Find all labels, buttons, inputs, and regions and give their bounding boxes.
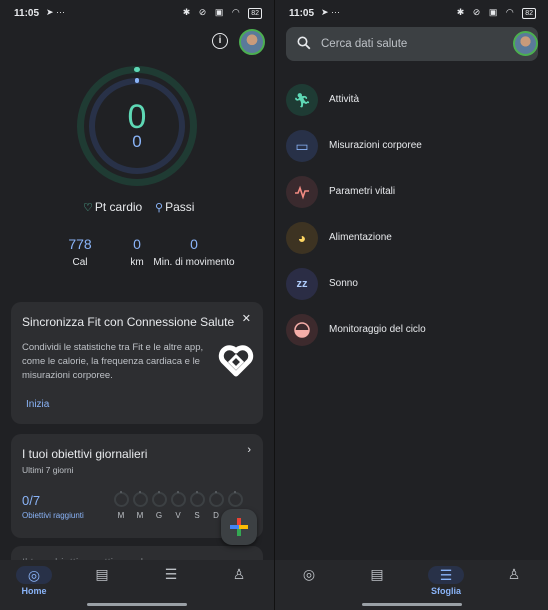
category-vitals[interactable]: Parametri vitali (286, 176, 536, 210)
info-icon[interactable]: i (212, 33, 228, 49)
nav-journal[interactable]: ▤ (352, 566, 402, 584)
category-nutrition[interactable]: ◕ Alimentazione (286, 222, 536, 256)
home-icon: ◎ (302, 566, 316, 582)
pulse-icon (286, 176, 318, 208)
battery-icon: 82 (522, 8, 536, 19)
health-connect-icon (218, 345, 254, 382)
category-cycle-tracking[interactable]: Monitoraggio del ciclo (286, 314, 536, 348)
search-icon (297, 36, 311, 55)
notification-icons: ➤ ··· (46, 7, 66, 17)
browse-screen: 11:05 ➤ ··· ✱ ⊘ ▣ ◠ 82 Cerca dati salute… (274, 0, 548, 610)
day-goal: S (189, 491, 205, 520)
nav-browse-label: Sfoglia (430, 586, 461, 596)
add-button[interactable] (221, 509, 257, 545)
stat-value: 0 (190, 236, 198, 252)
steps-value: 0 (132, 132, 142, 151)
avatar[interactable] (239, 29, 265, 55)
nav-home[interactable]: ◎ Home (9, 566, 59, 596)
stat-label: Min. di movimento (153, 257, 235, 268)
day-goal: M (132, 491, 148, 520)
list-icon: ☰ (164, 566, 178, 582)
legend-steps: ⚲ Passi (155, 200, 194, 214)
status-time: 11:05 (289, 8, 315, 19)
start-link[interactable]: Inizia (26, 399, 49, 410)
sync-health-connect-card[interactable]: Sincronizza Fit con Connessione Salute ✕… (11, 302, 263, 424)
sync-card-title: Sincronizza Fit con Connessione Salute (22, 315, 235, 329)
legend-heart-points: ♡ Pt cardio (83, 200, 142, 214)
nav-home[interactable]: ◎ (284, 566, 334, 584)
notification-icons: ➤ ··· (321, 7, 341, 17)
nav-browse[interactable]: ☰ Sfoglia (421, 566, 471, 596)
list-icon: ☰ (428, 566, 464, 584)
activity-ring[interactable]: 0 0 (77, 66, 197, 186)
legend-heart-label: Pt cardio (94, 200, 143, 214)
ruler-icon: ▭ (286, 130, 318, 162)
day-goal: M (113, 491, 129, 520)
journal-icon: ▤ (95, 566, 109, 582)
cycle-icon (286, 314, 318, 346)
nav-journal[interactable]: ▤ (77, 566, 127, 584)
home-screen: 11:05 ➤ ··· ✱ ⊘ ▣ ◠ 82 i 0 0 ♡ Pt cardio … (0, 0, 274, 610)
nav-profile[interactable]: ♙ (214, 566, 264, 584)
category-body-measurements[interactable]: ▭ Misurazioni corporee (286, 130, 536, 164)
person-icon: ♙ (232, 566, 246, 582)
gesture-bar (362, 603, 462, 606)
journal-icon: ▤ (370, 566, 384, 582)
status-icons: ✱ ⊘ ▣ ◠ 82 (457, 7, 536, 19)
chevron-right-icon[interactable]: › (247, 444, 251, 456)
steps-progress (135, 78, 139, 83)
status-bar: 11:05 ➤ ··· ✱ ⊘ ▣ ◠ 82 (275, 0, 548, 26)
status-time: 11:05 (14, 8, 40, 19)
nav-home-label: Home (21, 586, 47, 596)
sync-card-body: Condividi le statistiche tra Fit e le al… (22, 342, 204, 381)
person-icon: ♙ (507, 566, 521, 582)
legend-steps-label: Passi (165, 200, 195, 214)
day-goal: V (170, 491, 186, 520)
nav-profile[interactable]: ♙ (489, 566, 539, 584)
nav-browse[interactable]: ☰ (146, 566, 196, 584)
search-bar[interactable]: Cerca dati salute (286, 27, 538, 61)
heart-points-progress (134, 67, 140, 72)
goals-card-subtitle: Ultimi 7 giorni (22, 465, 74, 475)
home-icon: ◎ (16, 566, 52, 584)
category-label: Misurazioni corporee (329, 140, 422, 151)
running-icon: 🏃︎ (286, 84, 318, 116)
heart-points-value: 0 (127, 98, 147, 136)
gesture-bar (87, 603, 187, 606)
food-icon: ◕ (286, 222, 318, 254)
category-label: Attività (329, 94, 360, 105)
battery-icon: 82 (248, 8, 262, 19)
category-sleep[interactable]: zz Sonno (286, 268, 536, 302)
category-activity[interactable]: 🏃︎ Attività (286, 84, 536, 118)
close-icon[interactable]: ✕ (242, 312, 251, 325)
status-icons: ✱ ⊘ ▣ ◠ 82 (183, 7, 262, 19)
category-label: Parametri vitali (329, 186, 396, 197)
heart-icon: ♡ (83, 202, 93, 214)
shoe-icon: ⚲ (155, 202, 164, 214)
sleep-icon: zz (286, 268, 318, 300)
status-bar: 11:05 ➤ ··· ✱ ⊘ ▣ ◠ 82 (0, 0, 274, 26)
goals-achieved-value: 0/7 (22, 493, 41, 508)
plus-icon (230, 518, 248, 536)
category-label: Monitoraggio del ciclo (329, 324, 426, 335)
category-label: Alimentazione (329, 232, 392, 243)
search-input[interactable]: Cerca dati salute (321, 38, 407, 50)
goals-card-title: I tuoi obiettivi giornalieri (22, 447, 148, 461)
day-goal: G (151, 491, 167, 520)
avatar[interactable] (513, 31, 538, 56)
goals-achieved-label: Obiettivi raggiunti (22, 511, 84, 520)
stat-move-minutes: 0 Min. di movimento (153, 236, 235, 269)
category-label: Sonno (329, 278, 358, 289)
